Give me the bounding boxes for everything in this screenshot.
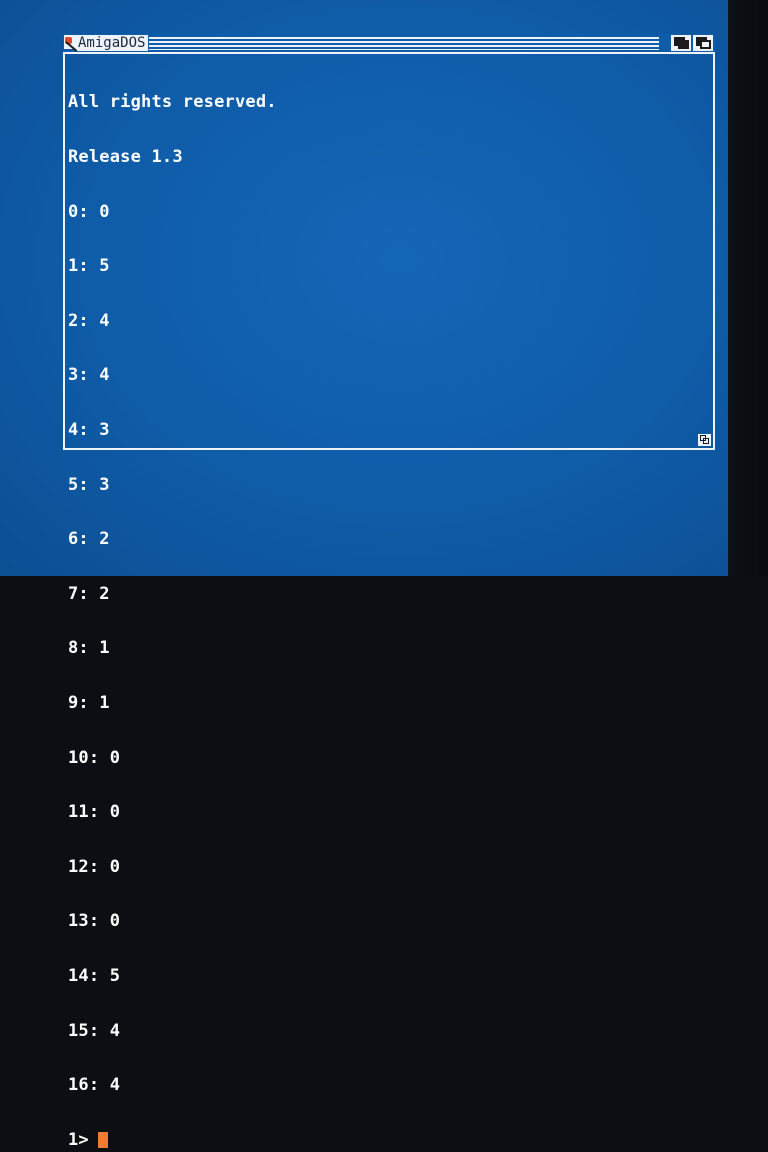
titlebar-drag-stripes[interactable] [149, 37, 659, 50]
console-line: 1: 5 [68, 256, 110, 277]
console-line: 16: 4 [68, 1075, 121, 1096]
monitor-bezel [728, 0, 768, 576]
depth-front-icon[interactable] [693, 35, 713, 51]
console-window[interactable]: AmigaDOS All rights reserved. Release 1.… [63, 34, 715, 1149]
workbench-screen: AmigaDOS All rights reserved. Release 1.… [0, 0, 728, 1149]
console-line: 3: 4 [68, 365, 110, 386]
prompt-line[interactable]: 1> [68, 1129, 707, 1150]
shell-prompt: 1> [68, 1129, 89, 1150]
console-output[interactable]: All rights reserved. Release 1.3 0: 0 1:… [68, 57, 707, 1149]
text-cursor [97, 1131, 108, 1148]
console-line: 13: 0 [68, 911, 121, 932]
depth-front-square-2 [700, 40, 711, 49]
crt-monitor: AmigaDOS All rights reserved. Release 1.… [0, 0, 768, 1149]
console-line: 5: 3 [68, 474, 110, 495]
close-gadget-icon[interactable] [64, 35, 78, 52]
window-titlebar[interactable]: AmigaDOS [63, 34, 715, 54]
console-line: 6: 2 [68, 529, 110, 550]
console-line: 7: 2 [68, 583, 110, 604]
console-line: 10: 0 [68, 747, 121, 768]
console-line: 2: 4 [68, 310, 110, 331]
console-line: 12: 0 [68, 856, 121, 877]
console-line: 9: 1 [68, 692, 110, 713]
console-line: 11: 0 [68, 802, 121, 823]
depth-back-square-2 [678, 40, 689, 49]
resize-square-2 [703, 438, 709, 444]
console-line: 4: 3 [68, 419, 110, 440]
depth-back-icon[interactable] [671, 35, 691, 51]
resize-gadget-icon[interactable] [698, 434, 711, 446]
console-line: 14: 5 [68, 965, 121, 986]
console-line: Release 1.3 [68, 147, 183, 167]
console-line: 15: 4 [68, 1020, 121, 1041]
console-line: All rights reserved. [68, 92, 277, 113]
window-title: AmigaDOS [75, 35, 149, 51]
console-line: 0: 0 [68, 201, 110, 222]
console-line: 8: 1 [68, 638, 110, 659]
